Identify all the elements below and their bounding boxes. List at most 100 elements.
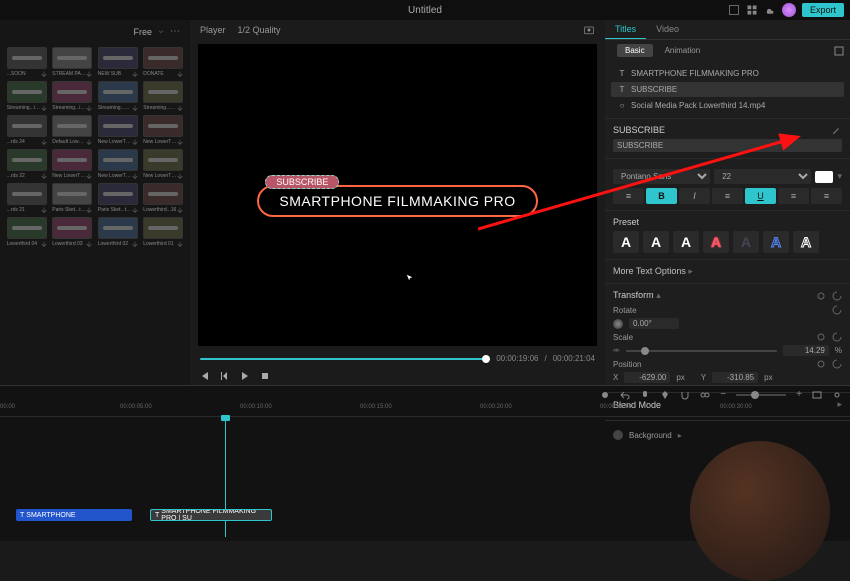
snapshot-icon[interactable] [583,24,595,36]
rotate-reset-icon[interactable] [832,305,842,315]
asset-thumb[interactable]: Paris Sket...third 02 [52,183,94,213]
bold-button[interactable]: B [646,188,677,204]
color-more-icon[interactable]: ▾ [837,171,842,182]
asset-thumb[interactable]: Lowerthird 01 [143,217,185,247]
scale-kf-icon[interactable] [816,332,826,342]
scale-slider[interactable] [626,350,777,352]
asset-thumb[interactable]: NEW SUB [97,47,139,77]
title-element[interactable]: SUBSCRIBE SMARTPHONE FILMMAKING PRO [257,173,537,217]
asset-thumb[interactable]: DONATE [143,47,185,77]
edit-icon[interactable] [832,125,842,135]
font-family-select[interactable]: Pontano Sans [613,169,710,184]
text-section-label: SUBSCRIBE [613,125,665,135]
preset-5[interactable]: A [733,231,759,253]
rotate-input[interactable] [629,318,679,329]
clip-title[interactable]: TSMARTPHONE FILMMAKING PRO | SU [150,509,272,521]
pos-y-input[interactable] [712,372,758,383]
pos-kf-icon[interactable] [816,359,826,369]
subscribe-pill[interactable]: SUBSCRIBE [265,175,339,189]
record-icon[interactable] [600,390,610,400]
preset-4[interactable]: A [703,231,729,253]
asset-thumb[interactable]: New LowerThirds 0 [97,115,139,145]
reset-icon[interactable] [832,291,842,301]
asset-thumb[interactable]: Lowerthird...16 [143,183,185,213]
align-justify-button[interactable]: ≡ [811,188,842,204]
asset-thumb[interactable]: New LowerThirds 19 [97,149,139,179]
align-left-button[interactable]: ≡ [613,188,644,204]
undo-icon[interactable] [620,390,630,400]
asset-thumb[interactable]: Streaming...erthird 07 [97,81,139,111]
chevron-down-icon[interactable] [158,29,164,35]
tab-video[interactable]: Video [646,20,689,39]
export-button[interactable]: Export [802,3,844,17]
fit-icon[interactable] [812,390,822,400]
player-tab[interactable]: Player [200,25,226,35]
font-color-swatch[interactable] [815,171,833,183]
play-icon[interactable] [240,371,250,381]
preset-7[interactable]: A [793,231,819,253]
subtab-animation[interactable]: Animation [657,44,709,57]
align-right-button[interactable]: ≡ [778,188,809,204]
font-size-select[interactable]: 22 [714,169,811,184]
quality-select[interactable]: 1/2 Quality [238,25,281,35]
prev-icon[interactable] [200,371,210,381]
layer-item[interactable]: ○Social Media Pack Lowerthird 14.mp4 [611,98,844,113]
asset-thumb[interactable]: Streaming...ird 04 [6,81,48,111]
pos-reset-icon[interactable] [832,359,842,369]
pos-x-input[interactable] [624,372,670,383]
asset-thumb[interactable]: Default Lowerthird [52,115,94,145]
asset-thumb[interactable]: ...SOON [6,47,48,77]
asset-thumb[interactable]: Lowerthird 02 [97,217,139,247]
text-content-input[interactable] [613,139,842,152]
layer-item[interactable]: TSMARTPHONE FILMMAKING PRO [611,66,844,81]
marker-icon[interactable] [660,390,670,400]
filter-label[interactable]: Free [133,27,152,37]
stop-icon[interactable] [260,371,270,381]
clip-smartphone[interactable]: TSMARTPHONE [16,509,132,521]
cloud-icon[interactable] [764,4,776,16]
layout-icon[interactable] [728,4,740,16]
asset-thumb[interactable]: ...rds 22 [6,149,48,179]
asset-thumb[interactable]: Lowerthird 04 [6,217,48,247]
preview-viewport[interactable]: SUBSCRIBE SMARTPHONE FILMMAKING PRO [198,44,597,346]
scale-input[interactable] [783,345,829,356]
settings-tl-icon[interactable] [832,390,842,400]
keyframe-icon[interactable] [816,291,826,301]
seek-bar[interactable] [200,358,490,360]
asset-thumb[interactable]: STREAM PAUSED [52,47,94,77]
expand-icon[interactable] [834,46,844,56]
preset-2[interactable]: A [643,231,669,253]
scale-reset-icon[interactable] [832,332,842,342]
asset-thumb[interactable]: Paris Sket...third 01 [97,183,139,213]
tab-titles[interactable]: Titles [605,20,646,39]
link-icon[interactable]: ⚮ [613,346,620,355]
transform-label[interactable]: Transform [613,290,654,300]
asset-thumb[interactable]: New LowerThirds 40 [143,115,185,145]
asset-thumb[interactable]: Streaming...erthird 05 [143,81,185,111]
link-tl-icon[interactable] [700,390,710,400]
asset-thumb[interactable]: Streaming...ird 03 [52,81,94,111]
align-center-button[interactable]: ≡ [712,188,743,204]
step-back-icon[interactable] [220,371,230,381]
italic-button[interactable]: I [679,188,710,204]
asset-thumb[interactable]: ...rds 21 [6,183,48,213]
rotate-dial[interactable] [613,319,623,329]
underline-button[interactable]: U [745,188,776,204]
layer-item[interactable]: TSUBSCRIBE [611,82,844,97]
preset-6[interactable]: A [763,231,789,253]
preset-3[interactable]: A [673,231,699,253]
more-text-options[interactable]: More Text Options [613,266,686,276]
mic-icon[interactable] [640,390,650,400]
grid-icon[interactable] [746,4,758,16]
zoom-slider[interactable] [736,394,786,396]
more-icon[interactable]: ⋯ [170,26,180,37]
subtab-basic[interactable]: Basic [617,44,653,57]
asset-thumb[interactable]: ...rds 24 [6,115,48,145]
preset-1[interactable]: A [613,231,639,253]
user-avatar[interactable] [782,3,796,17]
asset-thumb[interactable]: New LowerThirds 18 [52,149,94,179]
asset-thumb[interactable]: Lowerthird 03 [52,217,94,247]
snap-icon[interactable] [680,390,690,400]
asset-thumb[interactable]: New LowerThirds 12 [143,149,185,179]
timeline-ruler[interactable]: 00:0000:00:05:0000:00:10:0000:00:15:0000… [0,403,850,417]
